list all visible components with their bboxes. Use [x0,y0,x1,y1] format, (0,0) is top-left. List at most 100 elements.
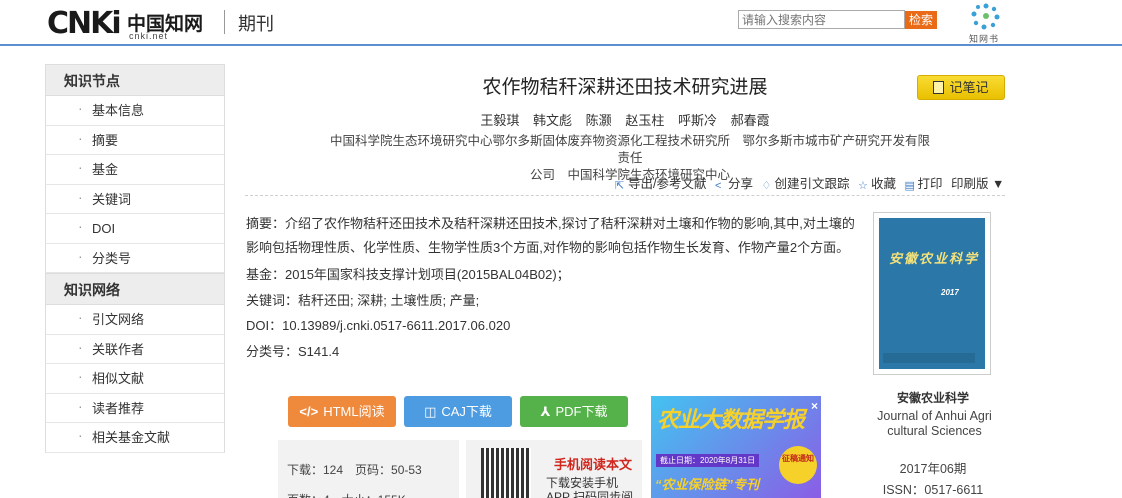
cnki-logo-text: CNKi [47,6,122,41]
doi-label: DOI： [246,318,283,333]
sidebar-item-related-fund-literature[interactable]: 相关基金文献 [45,421,225,453]
stats-line: 下载：124 页码：50-53 [287,463,422,477]
book-icon: ◫ [424,404,437,419]
caj-download-button[interactable]: ◫ CAJ下载 [404,396,512,427]
pdf-download-button[interactable]: ⅄ PDF下载 [520,396,628,427]
keywords-line: 关键词：秸秆还田; 深耕; 土壤性质; 产量; [246,290,479,309]
promo-badge: 征稿通知 [779,446,817,484]
qr-code-icon [481,448,531,498]
sidebar-item-doi[interactable]: DOI [45,212,225,244]
sidebar-item-abstract[interactable]: 摘要 [45,124,225,155]
sidebar-item-similar-literature[interactable]: 相似文献 [45,362,225,394]
sidebar-item-related-authors[interactable]: 关联作者 [45,333,225,364]
keywords-links[interactable]: 秸秆还田; 深耕; 土壤性质; 产量; [298,293,479,308]
mobile-read-text: 下载安装手机APP 扫码同步阅读本文 [546,476,634,498]
dashed-divider [245,195,1005,196]
bell-icon: ♢ [761,180,772,192]
header-divider [224,10,225,34]
notebook-icon [933,81,945,94]
printer-icon: ▤ [904,180,915,192]
cnki-logo[interactable]: CNKi 中国知网 cnki.net [47,6,212,42]
export-icon: ⇱ [615,180,625,192]
author-link[interactable]: 王毅琪 [480,113,519,128]
stats-line: 页数：4 大小：155K [287,485,459,498]
share-label: 分享 [727,177,753,191]
promo-date: 截止日期：2020年8月31日 [656,454,760,467]
share-icon: < [714,180,722,192]
author-link[interactable]: 郝春霞 [731,113,770,128]
pdf-download-label: PDF下载 [555,404,608,419]
cover-year: 2017 [941,288,959,297]
cover-title: 安徽农业科学 [889,252,980,267]
sidebar-item-citation-network[interactable]: 引文网络 [45,303,225,335]
journal-cover[interactable]: 安徽农业科学 2017 [873,212,991,375]
abstract-label: 摘要： [246,216,286,231]
print-button[interactable]: ▤ 打印 [904,173,942,192]
promo-title: 农业大数据学报 [657,407,805,432]
journal-name[interactable]: 安徽农业科学 [873,389,993,406]
close-icon[interactable]: × [811,399,818,413]
favorite-button[interactable]: ☆ 收藏 [858,173,896,192]
triangle-down-icon: ▼ [991,177,1005,191]
star-icon: ☆ [857,180,868,192]
caj-download-label: CAJ下载 [441,404,492,419]
citation-tracking-button[interactable]: ♢ 创建引文跟踪 [761,173,849,192]
print-label: 打印 [917,177,943,191]
promo-banner[interactable]: 农业大数据学报 截止日期：2020年8月31日 “农业保险链”专刊 征稿通知 × [651,396,821,498]
abstract: 摘要：介绍了农作物秸秆还田技术及秸秆深耕还田技术,探讨了秸秆深耕对土壤和作物的影… [246,212,858,260]
take-note-button[interactable]: 记笔记 [917,75,1005,100]
fund-line: 基金：2015年国家科技支撑计划项目(2015BAL04B02)； [246,264,570,283]
print-edition-label: 印刷版 [950,177,989,191]
fund-label: 基金： [246,267,286,282]
author-link[interactable]: 赵玉柱 [625,113,664,128]
take-note-label: 记笔记 [949,80,989,95]
sidebar-heading-knowledge-network: 知识网络 [45,273,225,305]
html-read-button[interactable]: </> HTML阅读 [288,396,396,427]
sidebar-item-reader-recommend[interactable]: 读者推荐 [45,392,225,423]
mobile-read-panel: 手机阅读本文 下载安装手机APP 扫码同步阅读本文 [466,440,642,498]
journal-cover-image: 安徽农业科学 2017 [879,218,985,369]
journal-issn: ISSN：0517-6611 [882,483,984,497]
share-button[interactable]: < 分享 [715,173,753,192]
class-number-value: S141.4 [298,344,340,359]
author-list: 王毅琪 韩文彪 陈灏 赵玉柱 呼斯冷 郝春霞 [245,110,1005,129]
author-link[interactable]: 韩文彪 [533,113,572,128]
citation-tracking-label: 创建引文跟踪 [774,177,850,191]
author-link[interactable]: 陈灏 [586,113,612,128]
download-stats: 下载：124 页码：50-53 页数：4 大小：155K [278,440,459,498]
sidebar-item-keywords[interactable]: 关键词 [45,183,225,214]
cover-footer-band [883,353,975,363]
sidebar-heading-knowledge-nodes: 知识节点 [45,64,225,96]
keywords-label: 关键词： [246,293,299,308]
cnki-logo-url: cnki.net [129,31,169,41]
sidebar-item-class-number[interactable]: 分类号 [45,242,225,273]
pdf-icon: ⅄ [540,404,551,419]
author-link[interactable]: 呼斯冷 [678,113,717,128]
sidebar-item-fund[interactable]: 基金 [45,153,225,185]
affiliation-line[interactable]: 中国科学院生态环境研究中心鄂尔多斯固体废弃物资源化工程技术研究所 鄂尔多斯市城市… [325,133,935,167]
knowledge-sidebar: 知识节点 基本信息 摘要 基金 关键词 DOI 分类号 知识网络 引文网络 关联… [45,64,225,453]
promo-subtitle: “农业保险链”专刊 [655,477,760,492]
abstract-text: 介绍了农作物秸秆还田技术及秸秆深耕还田技术,探讨了秸秆深耕对土壤和作物的影响,其… [246,216,855,255]
favorite-label: 收藏 [870,177,896,191]
search-input[interactable] [738,10,905,29]
export-label: 导出/参考文献 [628,177,707,191]
mobile-read-title: 手机阅读本文 [554,457,633,472]
section-title[interactable]: 期刊 [238,10,274,36]
journal-name-english: Journal of Anhui Agricultural Sciences [877,409,992,438]
class-number-label: 分类号： [246,344,299,359]
journal-issue[interactable]: 2017年06期 [873,458,993,477]
html-read-label: HTML阅读 [323,404,385,419]
doi-value: 10.13989/j.cnki.0517-6611.2017.06.020 [282,318,511,333]
fund-link[interactable]: 2015年国家科技支撑计划项目(2015BAL04B02)； [285,267,570,282]
class-number-line: 分类号：S141.4 [246,341,339,360]
export-citation-button[interactable]: ⇱ 导出/参考文献 [615,173,706,192]
code-icon: </> [299,404,319,419]
article-title: 农作物秸秆深耕还田技术研究进展 [482,77,768,98]
doi-line: DOI：10.13989/j.cnki.0517-6611.2017.06.02… [246,315,510,334]
article-toolbar: ⇱ 导出/参考文献 < 分享 ♢ 创建引文跟踪 ☆ 收藏 ▤ 打印 印刷版 ▼ [610,173,1005,193]
search-button[interactable]: 检索 [905,11,937,29]
sidebar-item-basic-info[interactable]: 基本信息 [45,94,225,126]
top-header: CNKi 中国知网 cnki.net 期刊 检索 知网书 [0,0,1122,46]
print-edition-dropdown[interactable]: 印刷版 ▼ [951,173,1004,192]
